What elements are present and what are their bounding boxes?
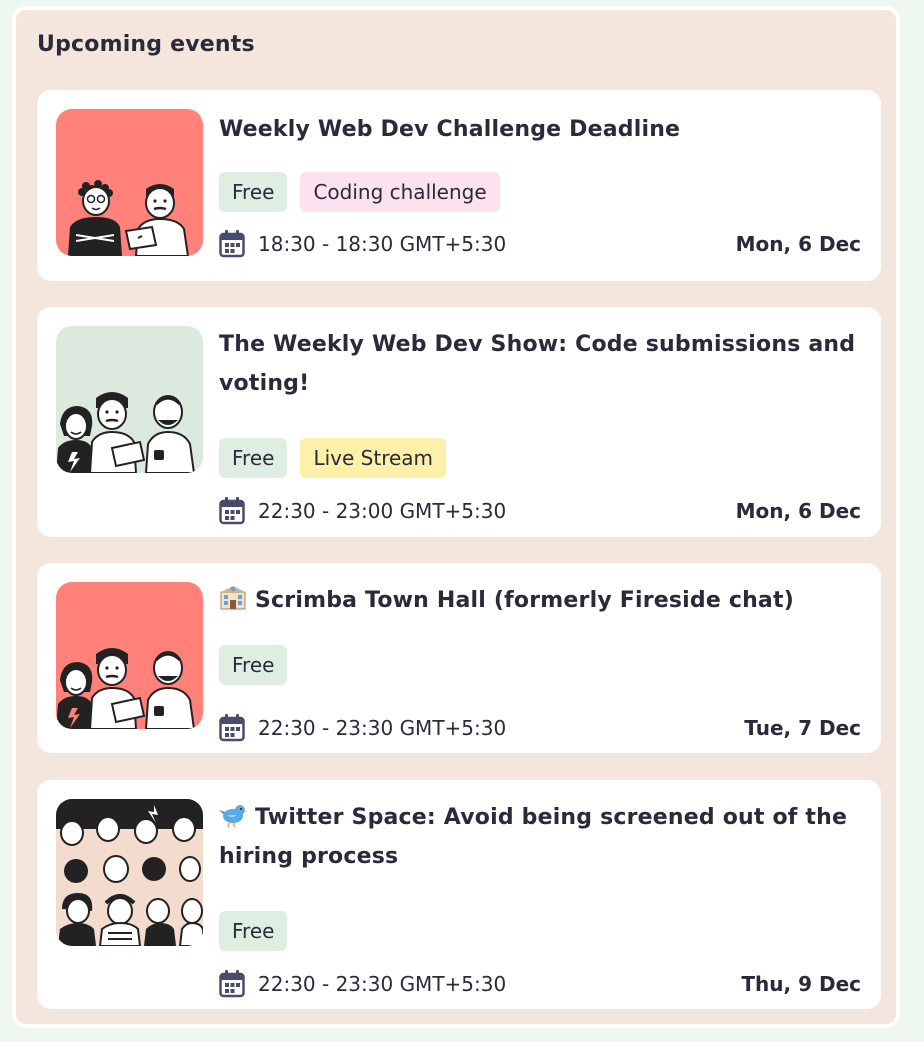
event-time: 22:30 - 23:00 GMT+5:30 (258, 499, 507, 523)
event-card[interactable]: Weekly Web Dev Challenge Deadline Free C… (37, 90, 881, 281)
event-title[interactable]: The Weekly Web Dev Show: Code submission… (219, 325, 861, 403)
school-building-icon (219, 586, 247, 610)
event-date: Mon, 6 Dec (735, 499, 861, 523)
event-card[interactable]: Scrimba Town Hall (formerly Fireside cha… (37, 563, 881, 753)
calendar-icon (219, 230, 245, 258)
event-meta: 18:30 - 18:30 GMT+5:30 Mon, 6 Dec (219, 230, 861, 260)
bird-icon (219, 805, 247, 828)
event-meta: 22:30 - 23:30 GMT+5:30 Tue, 7 Dec (219, 714, 861, 744)
event-card[interactable]: The Weekly Web Dev Show: Code submission… (37, 307, 881, 537)
event-title-text: Scrimba Town Hall (formerly Fireside cha… (255, 588, 794, 613)
tag-free: Free (219, 172, 288, 212)
tag-free: Free (219, 911, 288, 951)
event-thumbnail (56, 799, 203, 946)
event-thumbnail (56, 326, 203, 473)
event-title[interactable]: Twitter Space: Avoid being screened out … (219, 798, 861, 876)
tag-free: Free (219, 438, 288, 478)
tag-coding-challenge: Coding challenge (300, 172, 500, 212)
event-date: Mon, 6 Dec (735, 232, 861, 256)
tag-free: Free (219, 645, 288, 685)
panel-title: Upcoming events (37, 32, 255, 57)
event-title-text: The Weekly Web Dev Show: Code submission… (219, 332, 856, 396)
tag-live-stream: Live Stream (300, 438, 447, 478)
event-tags: Free Live Stream (219, 438, 447, 478)
event-meta: 22:30 - 23:00 GMT+5:30 Mon, 6 Dec (219, 497, 861, 527)
upcoming-events-panel: Upcoming events Weekly Web Dev Challenge… (12, 6, 900, 1028)
calendar-icon (219, 970, 245, 998)
calendar-icon (219, 497, 245, 525)
event-title[interactable]: Scrimba Town Hall (formerly Fireside cha… (219, 581, 861, 620)
event-title-text: Weekly Web Dev Challenge Deadline (219, 117, 681, 142)
event-date: Tue, 7 Dec (744, 716, 861, 740)
event-tags: Free (219, 645, 288, 685)
event-title[interactable]: Weekly Web Dev Challenge Deadline (219, 110, 861, 149)
calendar-icon (219, 714, 245, 742)
event-time: 22:30 - 23:30 GMT+5:30 (258, 716, 507, 740)
event-time: 18:30 - 18:30 GMT+5:30 (258, 232, 507, 256)
event-tags: Free Coding challenge (219, 172, 500, 212)
event-meta: 22:30 - 23:30 GMT+5:30 Thu, 9 Dec (219, 970, 861, 1000)
event-date: Thu, 9 Dec (741, 972, 861, 996)
event-card[interactable]: Twitter Space: Avoid being screened out … (37, 780, 881, 1009)
event-time: 22:30 - 23:30 GMT+5:30 (258, 972, 507, 996)
event-thumbnail (56, 109, 203, 256)
event-thumbnail (56, 582, 203, 729)
event-title-text: Twitter Space: Avoid being screened out … (219, 805, 848, 869)
event-tags: Free (219, 911, 288, 951)
